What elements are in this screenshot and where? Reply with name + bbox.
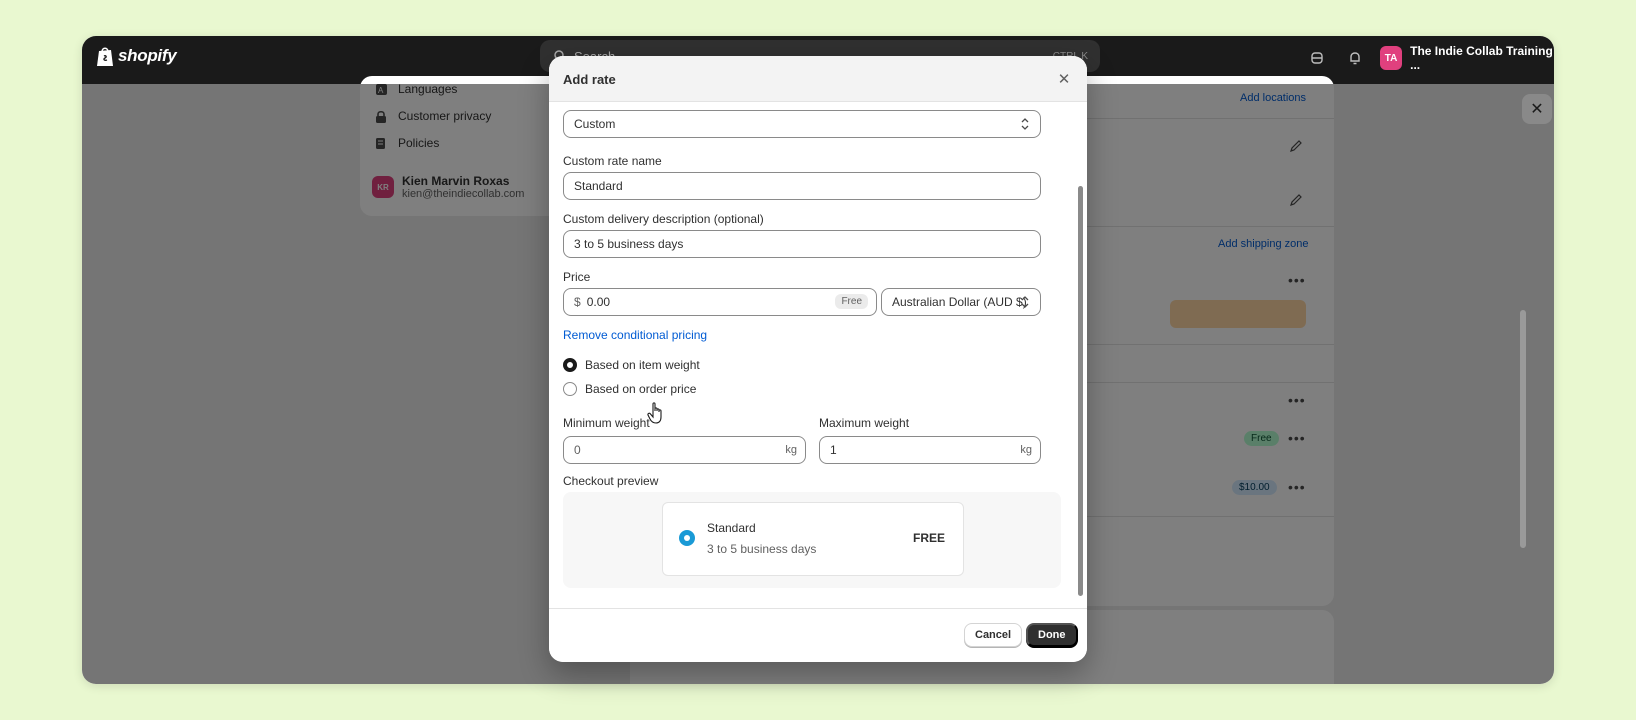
- custom-rate-name-value: Standard: [574, 179, 623, 193]
- bell-icon[interactable]: [1344, 47, 1366, 69]
- checkout-preview-label: Checkout preview: [563, 474, 659, 488]
- modal-body: Custom Custom rate name Standard Custom …: [549, 102, 1071, 602]
- modal-scrollbar[interactable]: [1078, 186, 1083, 596]
- radio-order-price[interactable]: Based on order price: [563, 382, 696, 396]
- price-value: 0.00: [586, 295, 611, 309]
- weight-unit: kg: [1020, 444, 1032, 456]
- radio-label: Based on order price: [585, 382, 697, 396]
- custom-rate-name-input[interactable]: Standard: [563, 172, 1041, 200]
- storage-icon[interactable]: [1306, 47, 1328, 69]
- currency-value: Australian Dollar (AUD $): [892, 295, 1027, 309]
- rate-type-value: Custom: [574, 117, 616, 131]
- maximum-weight-label: Maximum weight: [819, 416, 910, 430]
- modal-header: Add rate ✕: [549, 56, 1087, 102]
- radio-button[interactable]: [563, 382, 577, 396]
- maximum-weight-input[interactable]: 1 kg: [819, 436, 1041, 464]
- delivery-description-label: Custom delivery description (optional): [563, 212, 764, 226]
- radio-item-weight[interactable]: Based on item weight: [563, 358, 700, 372]
- minimum-weight-input[interactable]: 0 kg: [563, 436, 806, 464]
- delivery-description-value: 3 to 5 business days: [574, 237, 684, 251]
- checkout-preview-card: Standard 3 to 5 business days FREE: [662, 502, 964, 576]
- store-menu[interactable]: TA The Indie Collab Training ...: [1380, 44, 1554, 72]
- chevron-updown-icon: [1021, 296, 1029, 308]
- add-rate-modal: Add rate ✕ Custom Custom rate name Stand…: [549, 56, 1087, 662]
- radio-label: Based on item weight: [585, 358, 700, 372]
- minimum-weight-value: 0: [574, 443, 581, 457]
- store-avatar: TA: [1380, 46, 1403, 70]
- hand-cursor-icon: [647, 402, 662, 424]
- minimum-weight-label: Minimum weight: [563, 416, 650, 430]
- shopify-logo[interactable]: shopify: [96, 45, 177, 67]
- modal-title: Add rate: [563, 72, 616, 87]
- preview-rate-name: Standard: [707, 521, 756, 535]
- maximum-weight-value: 1: [830, 443, 837, 457]
- radio-button-selected[interactable]: [563, 358, 577, 372]
- rate-type-select[interactable]: Custom: [563, 110, 1041, 138]
- checkout-preview: Standard 3 to 5 business days FREE: [563, 492, 1061, 588]
- custom-rate-name-label: Custom rate name: [563, 154, 662, 168]
- modal-footer: Cancel Done: [549, 608, 1087, 662]
- price-input[interactable]: $ 0.00 Free: [563, 288, 877, 316]
- page-scrollbar[interactable]: [1520, 310, 1526, 548]
- chevron-updown-icon: [1021, 118, 1029, 130]
- delivery-description-input[interactable]: 3 to 5 business days: [563, 230, 1041, 258]
- brand-name: shopify: [118, 46, 177, 65]
- price-label: Price: [563, 270, 591, 284]
- close-icon[interactable]: ✕: [1053, 68, 1075, 90]
- preview-rate-description: 3 to 5 business days: [707, 542, 817, 556]
- free-badge: Free: [835, 294, 868, 309]
- close-icon[interactable]: ✕: [1522, 94, 1552, 124]
- weight-unit: kg: [785, 444, 797, 456]
- preview-rate-price: FREE: [912, 531, 945, 545]
- store-name: The Indie Collab Training ...: [1410, 44, 1553, 72]
- cancel-button[interactable]: Cancel: [964, 623, 1023, 647]
- currency-symbol: $: [574, 295, 581, 309]
- done-button[interactable]: Done: [1026, 623, 1078, 647]
- preview-radio-icon: [679, 530, 695, 546]
- shopify-bag-icon: [97, 47, 113, 66]
- currency-select[interactable]: Australian Dollar (AUD $): [881, 288, 1041, 316]
- remove-conditional-pricing-link[interactable]: Remove conditional pricing: [563, 328, 707, 342]
